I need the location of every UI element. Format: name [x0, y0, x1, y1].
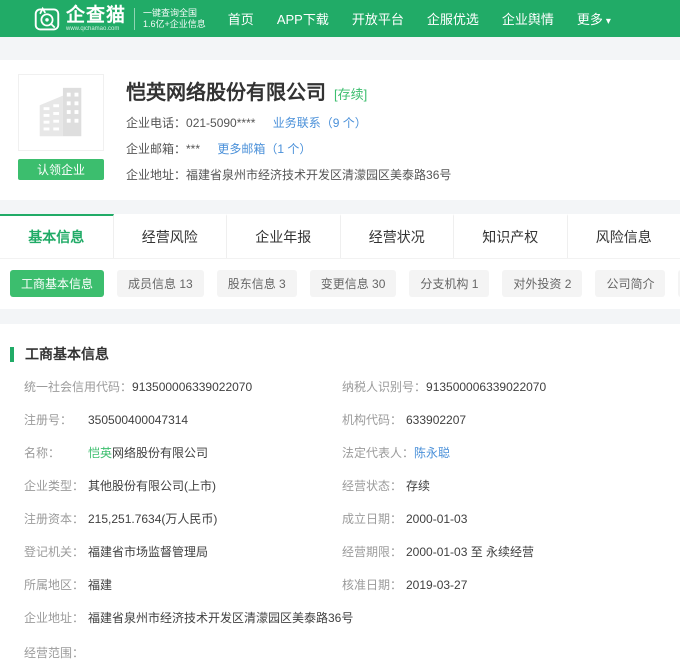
- tab-intellectual-property[interactable]: 知识产权: [454, 214, 568, 258]
- business-contact-link[interactable]: 业务联系（9 个）: [273, 116, 367, 130]
- field-label: 名称：: [24, 446, 88, 461]
- subtab-changes[interactable]: 变更信息 30: [310, 270, 397, 297]
- nav-open-platform[interactable]: 开放平台: [352, 9, 404, 28]
- subtab-shareholders[interactable]: 股东信息 3: [217, 270, 297, 297]
- field-label: 核准日期：: [342, 578, 406, 593]
- status-badge: [存续]: [334, 84, 367, 103]
- sub-tabs: 工商基本信息 成员信息 13 股东信息 3 变更信息 30 分支机构 1 对外投…: [0, 259, 680, 309]
- keyword-highlight: 恺英: [88, 446, 112, 460]
- business-scope: 经营范围： 计算机领域内的技术开发、技术转让、技术咨询、技术服务，计算机软硬件（…: [10, 644, 660, 670]
- table-row: 登记机关：福建省市场监督管理局 经营期限：2000-01-03 至 永续经营: [24, 545, 660, 560]
- field-label: 企业地址：: [24, 611, 88, 626]
- brand-name: 企查猫: [66, 6, 126, 25]
- field-label: 机构代码：: [342, 413, 406, 428]
- brand-url: www.qichamao.com: [66, 26, 126, 32]
- field-label: 所属地区：: [24, 578, 88, 593]
- subtab-members[interactable]: 成员信息 13: [117, 270, 204, 297]
- company-address-line: 企业地址：福建省泉州市经济技术开发区清濛园区美泰路36号: [126, 166, 451, 183]
- table-row: 企业类型：其他股份有限公司(上市) 经营状态：存续: [24, 479, 660, 494]
- legal-representative-link[interactable]: 陈永聪: [414, 446, 450, 461]
- more-email-link[interactable]: 更多邮箱（1 个）: [217, 142, 311, 156]
- field-value: 215,251.7634(万人民币): [88, 512, 217, 527]
- subtab-business-basic-info[interactable]: 工商基本信息: [10, 270, 104, 297]
- table-row: 注册资本：215,251.7634(万人民币) 成立日期：2000-01-03: [24, 512, 660, 527]
- subtab-company-profile[interactable]: 公司简介: [595, 270, 665, 297]
- field-value: 2000-01-03: [406, 512, 467, 527]
- company-name: 恺英网络股份有限公司: [126, 76, 326, 105]
- company-phone-line: 企业电话：021-5090**** 业务联系（9 个）: [126, 114, 451, 131]
- business-info-card: 工商基本信息 统一社会信用代码：913500006339022070 纳税人识别…: [0, 324, 680, 670]
- company-summary-card: 认领企业 恺英网络股份有限公司 [存续] 企业电话：021-5090**** 业…: [0, 60, 680, 200]
- company-email-line: 企业邮箱：*** 更多邮箱（1 个）: [126, 140, 451, 157]
- tab-annual-report[interactable]: 企业年报: [227, 214, 341, 258]
- field-value: 其他股份有限公司(上市): [88, 479, 216, 494]
- chevron-down-icon: ▾: [606, 16, 611, 27]
- subtab-branches[interactable]: 分支机构 1: [409, 270, 489, 297]
- building-icon: [30, 84, 92, 142]
- field-label: 法定代表人：: [342, 446, 414, 461]
- field-label: 成立日期：: [342, 512, 406, 527]
- table-row: 企业地址：福建省泉州市经济技术开发区清濛园区美泰路36号: [24, 611, 660, 626]
- tab-operating-risk[interactable]: 经营风险: [114, 214, 228, 258]
- top-header: 企查猫 www.qichamao.com 一键查询全国 1.6亿+企业信息 首页…: [0, 0, 680, 37]
- company-logo-placeholder: [18, 74, 104, 151]
- field-label: 注册资本：: [24, 512, 88, 527]
- field-value: 633902207: [406, 413, 466, 428]
- claim-company-button[interactable]: 认领企业: [18, 159, 104, 180]
- brand-tagline: 一键查询全国 1.6亿+企业信息: [143, 8, 206, 30]
- divider: [134, 8, 135, 30]
- nav-company-sentiment[interactable]: 企业舆情: [502, 9, 554, 28]
- main-tabs: 基本信息 经营风险 企业年报 经营状况 知识产权 风险信息: [0, 214, 680, 259]
- field-value: 2019-03-27: [406, 578, 467, 593]
- tab-section: 基本信息 经营风险 企业年报 经营状况 知识产权 风险信息 工商基本信息 成员信…: [0, 214, 680, 309]
- table-row: 注册号：350500400047314 机构代码：633902207: [24, 413, 660, 428]
- tab-risk-info[interactable]: 风险信息: [568, 214, 680, 258]
- field-value: 913500006339022070: [132, 380, 252, 395]
- field-label: 经营期限：: [342, 545, 406, 560]
- field-label: 统一社会信用代码：: [24, 380, 132, 395]
- section-title: 工商基本信息: [25, 344, 109, 364]
- field-label: 经营状态：: [342, 479, 406, 494]
- section-accent-bar: [10, 347, 14, 362]
- field-value: 913500006339022070: [426, 380, 546, 395]
- field-value: 福建: [88, 578, 112, 593]
- field-label: 注册号：: [24, 413, 88, 428]
- field-value: 福建省泉州市经济技术开发区清濛园区美泰路36号: [88, 611, 353, 626]
- field-value: 2000-01-03 至 永续经营: [406, 545, 534, 560]
- company-name-value: 恺英网络股份有限公司: [88, 446, 208, 461]
- nav-enterprise-services[interactable]: 企服优选: [427, 9, 479, 28]
- field-label: 经营范围：: [24, 644, 660, 661]
- tab-operating-status[interactable]: 经营状况: [341, 214, 455, 258]
- field-label: 登记机关：: [24, 545, 88, 560]
- table-row: 统一社会信用代码：913500006339022070 纳税人识别号：91350…: [24, 380, 660, 395]
- main-nav: 首页 APP下载 开放平台 企服优选 企业舆情 更多▾: [228, 9, 634, 28]
- field-value: 福建省市场监督管理局: [88, 545, 208, 560]
- table-row: 所属地区：福建 核准日期：2019-03-27: [24, 578, 660, 593]
- cat-logo-icon: [34, 6, 60, 32]
- field-label: 企业类型：: [24, 479, 88, 494]
- field-value: 存续: [406, 479, 430, 494]
- nav-more[interactable]: 更多▾: [577, 9, 611, 28]
- nav-home[interactable]: 首页: [228, 9, 254, 28]
- subtab-investments[interactable]: 对外投资 2: [502, 270, 582, 297]
- qichamao-logo[interactable]: 企查猫 www.qichamao.com: [34, 6, 126, 32]
- tab-basic-info[interactable]: 基本信息: [0, 214, 114, 258]
- table-row: 名称：恺英网络股份有限公司 法定代表人：陈永聪: [24, 446, 660, 461]
- field-value: 350500400047314: [88, 413, 188, 428]
- field-label: 纳税人识别号：: [342, 380, 426, 395]
- nav-app-download[interactable]: APP下载: [277, 9, 329, 28]
